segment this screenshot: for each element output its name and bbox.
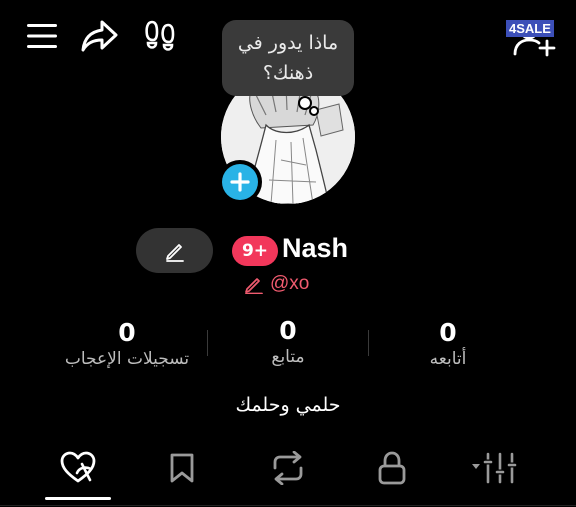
stat-following[interactable]: 0 أتابعه: [368, 318, 528, 369]
username-handle: @xo: [270, 273, 310, 294]
bubble-tail-dot-small: [309, 106, 319, 116]
tab-filter[interactable]: [464, 442, 524, 494]
share-button[interactable]: [78, 16, 120, 56]
stat-likes-count: 0: [118, 318, 136, 347]
stat-following-label: أتابعه: [429, 349, 467, 369]
footprints-icon: [145, 20, 175, 51]
lock-icon: [378, 451, 406, 485]
stat-followers-count: 0: [279, 316, 297, 345]
tab-saved[interactable]: [150, 442, 214, 494]
liked-heart-icon: [60, 451, 96, 483]
thought-bubble[interactable]: ماذا يدور في ذهنك؟: [222, 20, 354, 96]
thought-bubble-text: ماذا يدور في ذهنك؟: [237, 32, 339, 84]
display-name: Nash: [282, 233, 349, 263]
share-icon: [81, 20, 118, 52]
tab-private[interactable]: [360, 442, 424, 494]
stat-divider: [207, 330, 208, 356]
filter-sliders-icon: [472, 452, 517, 484]
bookmark-icon: [170, 453, 194, 483]
pencil-edit-icon: [245, 278, 263, 294]
tab-reposts[interactable]: [256, 442, 320, 494]
active-tab-indicator: [45, 497, 111, 500]
footprints-button[interactable]: [140, 16, 180, 56]
watermark-logo: 4SALE: [506, 20, 554, 37]
profile-bio: حلمي وحلمك: [235, 394, 341, 416]
repost-icon: [273, 451, 303, 485]
edit-profile-button[interactable]: [136, 228, 213, 273]
stat-followers[interactable]: 0 متابع: [208, 316, 368, 367]
menu-button[interactable]: [22, 18, 62, 54]
stat-likes-label: تسجيلات الإعجاب: [64, 349, 190, 369]
stat-divider: [368, 330, 369, 356]
plus-icon: [230, 172, 250, 192]
menu-icon: [27, 24, 57, 48]
stat-likes[interactable]: 0 تسجيلات الإعجاب: [47, 318, 207, 369]
tab-liked[interactable]: [46, 442, 110, 494]
handle-row[interactable]: @xo: [244, 273, 309, 295]
notification-badge[interactable]: 9+: [232, 236, 278, 266]
tabs-divider: [0, 505, 576, 506]
pencil-icon: [165, 243, 184, 262]
add-avatar-button[interactable]: [218, 160, 262, 204]
stat-following-count: 0: [439, 318, 457, 347]
stat-followers-label: متابع: [271, 347, 305, 367]
